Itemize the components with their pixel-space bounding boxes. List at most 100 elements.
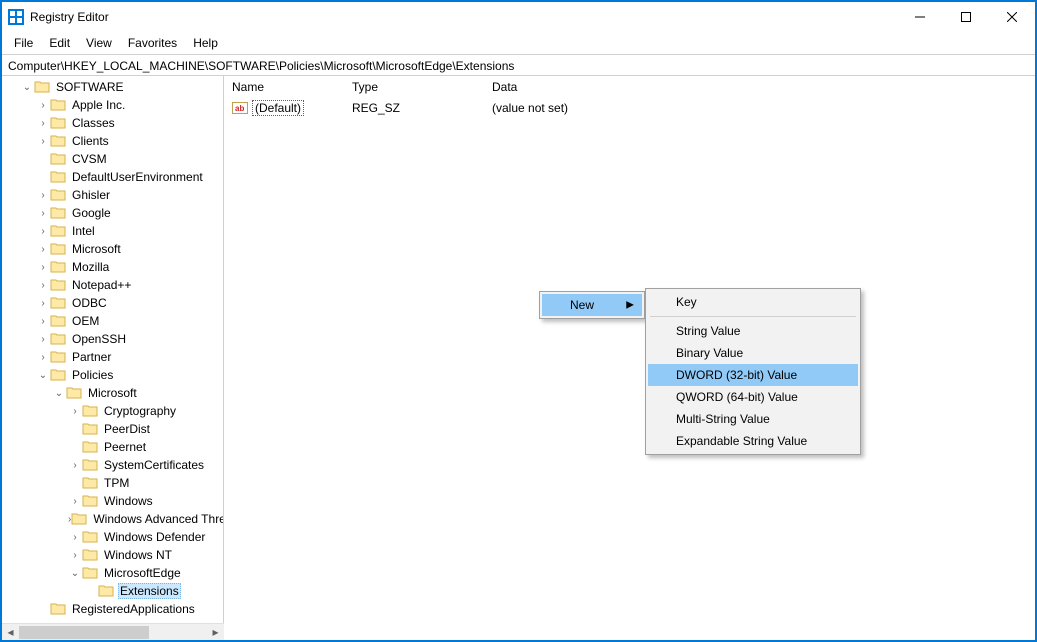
submenu-qword-value[interactable]: QWORD (64-bit) Value: [648, 386, 858, 408]
tree-label: Mozilla: [70, 260, 111, 274]
address-bar[interactable]: Computer\HKEY_LOCAL_MACHINE\SOFTWARE\Pol…: [2, 54, 1035, 76]
tree-label: OpenSSH: [70, 332, 128, 346]
tree-node[interactable]: › Windows: [4, 492, 223, 510]
expand-toggle[interactable]: ⌄: [68, 568, 82, 579]
tree-node[interactable]: › Partner: [4, 348, 223, 366]
tree-node[interactable]: › PeerDist: [4, 420, 223, 438]
expand-toggle[interactable]: ›: [36, 136, 50, 147]
expand-toggle[interactable]: ›: [36, 298, 50, 309]
tree-label: Peernet: [102, 440, 148, 454]
tree-node-registeredapplications[interactable]: › RegisteredApplications: [4, 600, 223, 618]
scroll-track[interactable]: [19, 624, 207, 641]
tree-pane[interactable]: ⌄ SOFTWARE › Apple Inc. › Classes › Clie…: [2, 76, 224, 640]
tree-node[interactable]: › Ghisler: [4, 186, 223, 204]
tree-node[interactable]: › Cryptography: [4, 402, 223, 420]
folder-icon: [50, 205, 66, 221]
expand-toggle[interactable]: ›: [68, 532, 82, 543]
tree-label: TPM: [102, 476, 131, 490]
expand-toggle[interactable]: ›: [36, 208, 50, 219]
submenu-string-value[interactable]: String Value: [648, 320, 858, 342]
tree-node-microsoftedge[interactable]: ⌄ MicrosoftEdge: [4, 564, 223, 582]
column-type[interactable]: Type: [344, 78, 484, 96]
tree-label: OEM: [70, 314, 101, 328]
tree-node[interactable]: › Mozilla: [4, 258, 223, 276]
menu-favorites[interactable]: Favorites: [122, 34, 183, 52]
tree-node[interactable]: › Windows Advanced Threat Protection: [4, 510, 223, 528]
window-title: Registry Editor: [30, 10, 109, 24]
tree-node[interactable]: › Windows NT: [4, 546, 223, 564]
expand-toggle[interactable]: ›: [36, 226, 50, 237]
submenu-multistring-value[interactable]: Multi-String Value: [648, 408, 858, 430]
submenu-expandstring-value[interactable]: Expandable String Value: [648, 430, 858, 452]
expand-toggle[interactable]: ⌄: [20, 82, 34, 93]
expand-toggle[interactable]: ›: [36, 352, 50, 363]
tree-node[interactable]: › TPM: [4, 474, 223, 492]
folder-icon: [50, 133, 66, 149]
value-row[interactable]: ab (Default) REG_SZ (value not set): [224, 98, 1035, 118]
tree-horizontal-scrollbar[interactable]: ◂ ▸: [2, 623, 224, 640]
tree-node[interactable]: › Clients: [4, 132, 223, 150]
tree-node[interactable]: › Intel: [4, 222, 223, 240]
tree-node[interactable]: › Classes: [4, 114, 223, 132]
expand-toggle[interactable]: ›: [68, 460, 82, 471]
tree-label: SOFTWARE: [54, 80, 126, 94]
expand-toggle[interactable]: ›: [36, 262, 50, 273]
expand-toggle[interactable]: ⌄: [36, 370, 50, 381]
expand-toggle[interactable]: ⌄: [52, 388, 66, 399]
close-button[interactable]: [989, 2, 1035, 32]
submenu-key[interactable]: Key: [648, 291, 858, 313]
tree-node[interactable]: › Google: [4, 204, 223, 222]
tree-node[interactable]: › CVSM: [4, 150, 223, 168]
expand-toggle[interactable]: ›: [68, 496, 82, 507]
expand-toggle[interactable]: ›: [36, 100, 50, 111]
values-pane[interactable]: Name Type Data ab (Default) REG_SZ (valu…: [224, 76, 1035, 640]
tree-node[interactable]: › ODBC: [4, 294, 223, 312]
folder-icon: [50, 295, 66, 311]
tree-node[interactable]: › Peernet: [4, 438, 223, 456]
tree-node[interactable]: › Notepad++: [4, 276, 223, 294]
tree-node[interactable]: › OpenSSH: [4, 330, 223, 348]
tree-node-policies[interactable]: ⌄ Policies: [4, 366, 223, 384]
scroll-left-button[interactable]: ◂: [2, 624, 19, 641]
folder-icon: [50, 151, 66, 167]
expand-toggle[interactable]: ›: [36, 334, 50, 345]
tree-node[interactable]: › SystemCertificates: [4, 456, 223, 474]
scroll-right-button[interactable]: ▸: [207, 624, 224, 641]
menu-bar: File Edit View Favorites Help: [2, 32, 1035, 54]
folder-icon: [50, 169, 66, 185]
folder-icon: [82, 547, 98, 563]
list-header: Name Type Data: [224, 76, 1035, 98]
menu-edit[interactable]: Edit: [43, 34, 76, 52]
column-name[interactable]: Name: [224, 78, 344, 96]
tree-node[interactable]: › Windows Defender: [4, 528, 223, 546]
expand-toggle[interactable]: ›: [68, 550, 82, 561]
expand-toggle[interactable]: ›: [36, 280, 50, 291]
context-menu-new[interactable]: New ▶: [542, 294, 642, 316]
tree-node[interactable]: › Microsoft: [4, 240, 223, 258]
tree-node[interactable]: › Apple Inc.: [4, 96, 223, 114]
menu-help[interactable]: Help: [187, 34, 224, 52]
tree-node-software[interactable]: ⌄ SOFTWARE: [4, 78, 223, 96]
submenu-dword-value[interactable]: DWORD (32-bit) Value: [648, 364, 858, 386]
folder-icon: [98, 583, 114, 599]
maximize-button[interactable]: [943, 2, 989, 32]
folder-icon: [82, 403, 98, 419]
expand-toggle[interactable]: ›: [68, 406, 82, 417]
expand-toggle[interactable]: ›: [36, 244, 50, 255]
expand-toggle[interactable]: ›: [36, 190, 50, 201]
menu-view[interactable]: View: [80, 34, 118, 52]
submenu-binary-value[interactable]: Binary Value: [648, 342, 858, 364]
tree-label: Windows Defender: [102, 530, 207, 544]
minimize-button[interactable]: [897, 2, 943, 32]
tree-node-microsoft[interactable]: ⌄ Microsoft: [4, 384, 223, 402]
scroll-thumb[interactable]: [19, 626, 149, 639]
tree-node[interactable]: › OEM: [4, 312, 223, 330]
expand-toggle[interactable]: ›: [36, 118, 50, 129]
expand-toggle[interactable]: ›: [36, 316, 50, 327]
tree-label: Partner: [70, 350, 113, 364]
menu-file[interactable]: File: [8, 34, 39, 52]
column-data[interactable]: Data: [484, 78, 1035, 96]
tree-node-extensions[interactable]: › Extensions: [4, 582, 223, 600]
folder-icon: [50, 601, 66, 617]
tree-node[interactable]: › DefaultUserEnvironment: [4, 168, 223, 186]
